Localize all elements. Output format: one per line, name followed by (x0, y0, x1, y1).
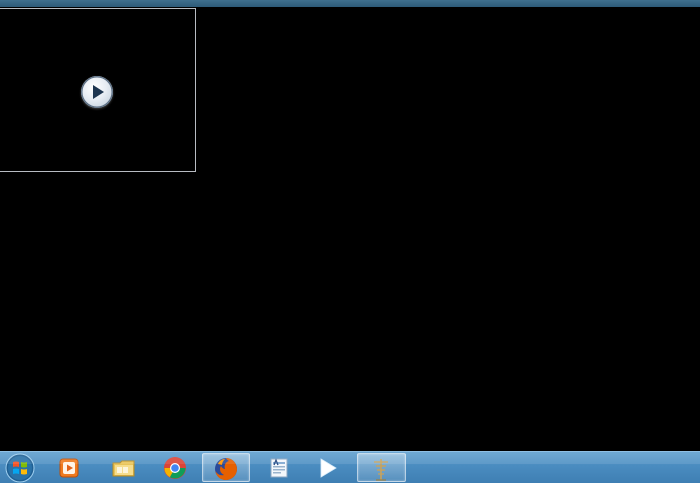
video-area (0, 7, 700, 451)
chrome-icon (164, 457, 186, 479)
taskbar-item-firefox[interactable] (202, 453, 250, 482)
screen (0, 0, 700, 483)
play-arrow-icon (320, 458, 337, 478)
play-overlay-button[interactable] (81, 76, 113, 108)
antenna-app-icon (374, 459, 388, 481)
taskbar-item-media-player[interactable] (46, 453, 92, 482)
media-player-icon (59, 458, 79, 478)
window-top-edge (0, 0, 700, 7)
taskbar-item-document-app[interactable] (256, 453, 302, 482)
taskbar-item-antenna-app[interactable] (357, 453, 406, 482)
document-app-icon (270, 458, 288, 478)
taskbar-item-chrome[interactable] (152, 453, 198, 482)
taskbar-item-file-explorer[interactable] (100, 453, 146, 482)
video-preview-frame[interactable] (0, 8, 196, 172)
play-circle-icon (81, 76, 113, 108)
start-button[interactable] (2, 452, 38, 483)
file-explorer-icon (112, 460, 135, 477)
taskbar (0, 451, 700, 483)
windows-logo-icon (5, 453, 35, 483)
taskbar-item-play[interactable] (304, 453, 350, 482)
firefox-icon (215, 458, 237, 480)
